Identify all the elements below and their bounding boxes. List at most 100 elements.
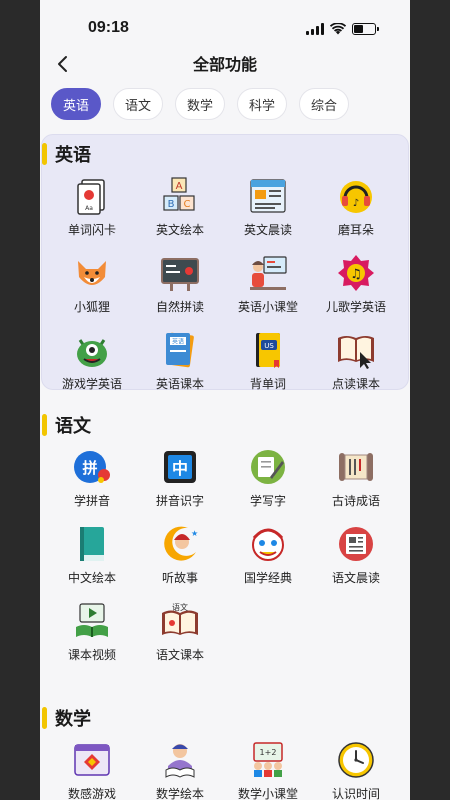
headphones-icon: ♪ — [340, 181, 372, 213]
svg-text:A: A — [176, 181, 183, 192]
feature-listen-stories[interactable]: ★ 听故事 — [136, 521, 224, 598]
feature-ear-training[interactable]: ♪ 磨耳朵 — [312, 173, 400, 250]
feature-grid: 拼 学拼音 中 拼音识字 学写字 古诗成语 中文绘本 ★ 听故事 国学经典 语文… — [42, 444, 408, 675]
svg-text:★: ★ — [191, 529, 198, 538]
feature-label: 数学小课堂 — [237, 787, 298, 800]
svg-text:♪: ♪ — [353, 198, 359, 209]
page-title: 全部功能 — [192, 55, 257, 74]
feature-label: 儿歌学英语 — [325, 300, 386, 314]
status-bar: 09:18 — [40, 0, 410, 44]
pinyin-icon: 拼 — [74, 451, 110, 483]
feature-pinyin-literacy[interactable]: 中 拼音识字 — [136, 444, 224, 521]
feature-math-picture-books[interactable]: 数学绘本 — [136, 737, 224, 800]
open-book-cursor-icon — [338, 336, 374, 369]
feature-textbook-videos[interactable]: 课本视频 — [48, 598, 136, 675]
svg-text:拼: 拼 — [82, 459, 97, 477]
feature-label: 中文绘本 — [67, 571, 116, 585]
nav-bar: 全部功能 — [40, 44, 410, 82]
chevron-left-icon — [58, 56, 67, 72]
feature-chinese-morning-reading[interactable]: 语文晨读 — [312, 521, 400, 598]
feature-learn-writing[interactable]: 学写字 — [224, 444, 312, 521]
feature-poems-idioms[interactable]: 古诗成语 — [312, 444, 400, 521]
feature-english-picture-books[interactable]: ABC 英文绘本 — [136, 173, 224, 250]
flashcard-icon: Aa — [77, 179, 105, 215]
feature-label: 英语课本 — [155, 377, 204, 391]
green-book-icon — [80, 527, 104, 561]
feature-label: 小狐狸 — [73, 300, 110, 314]
feature-label: 点读课本 — [331, 377, 380, 391]
feature-label: 数学绘本 — [155, 787, 204, 800]
feature-grid: Aa 单词闪卡 ABC 英文绘本 英文晨读 ♪ 磨耳朵 小狐狸 自然拼读 英语小… — [42, 173, 408, 404]
tab-english[interactable]: 英语 — [51, 88, 101, 120]
feature-learn-time[interactable]: 认识时间 — [312, 737, 400, 800]
feature-chinese-textbook[interactable]: 语文 语文课本 — [136, 598, 224, 675]
teacher-icon — [250, 256, 287, 290]
feature-math-mini-class[interactable]: 1+2 数学小课堂 — [224, 737, 312, 800]
feature-game-english[interactable]: 游戏学英语 — [48, 327, 136, 404]
feature-chinese-classics[interactable]: 国学经典 — [224, 521, 312, 598]
feature-english-morning-reading[interactable]: 英文晨读 — [224, 173, 312, 250]
yuwen-book-icon: 语文 — [162, 602, 198, 635]
back-button[interactable] — [50, 52, 74, 76]
feature-label: 学写字 — [249, 494, 286, 508]
feature-label: 认识时间 — [331, 787, 380, 800]
section-header: 语文 — [42, 406, 408, 444]
feature-english-textbook[interactable]: 英语 英语课本 — [136, 327, 224, 404]
feature-label: 听故事 — [161, 571, 198, 585]
svg-text:1+2: 1+2 — [260, 748, 277, 757]
signal-icon — [306, 23, 324, 35]
moon-story-icon: ★ — [164, 526, 198, 561]
section-title: 语文 — [55, 416, 91, 437]
feature-grid: 数感游戏 数学绘本 1+2 数学小课堂 认识时间 — [42, 737, 408, 800]
feature-phonics[interactable]: 自然拼读 — [136, 250, 224, 327]
tab-general[interactable]: 综合 — [299, 88, 349, 120]
feature-label: 磨耳朵 — [337, 223, 374, 237]
tab-math[interactable]: 数学 — [175, 88, 225, 120]
math-board-icon: 1+2 — [253, 742, 283, 777]
english-section: 英语 Aa 单词闪卡 ABC 英文绘本 英文晨读 ♪ 磨耳朵 小狐狸 自然拼读 … — [41, 134, 409, 391]
tab-science[interactable]: 科学 — [237, 88, 287, 120]
svg-text:C: C — [184, 199, 191, 210]
section-header: 数学 — [42, 699, 408, 737]
feature-label: 课本视频 — [67, 648, 116, 662]
video-book-icon — [76, 603, 108, 637]
svg-text:US: US — [264, 342, 274, 350]
feature-english-mini-class[interactable]: 英语小课堂 — [224, 250, 312, 327]
music-note-icon: ♫ — [338, 255, 374, 291]
clock-icon — [338, 742, 374, 778]
system-icons — [306, 23, 379, 35]
fox-icon — [78, 261, 106, 285]
reading-kid-icon — [165, 744, 195, 778]
tab-chinese[interactable]: 语文 — [113, 88, 163, 120]
feature-label: 语文课本 — [155, 648, 204, 662]
feature-little-fox[interactable]: 小狐狸 — [48, 250, 136, 327]
wifi-icon — [330, 23, 346, 35]
feature-nursery-rhymes[interactable]: ♫ 儿歌学英语 — [312, 250, 400, 327]
feature-label: 国学经典 — [243, 571, 292, 585]
math-game-icon — [74, 744, 110, 776]
status-time: 09:18 — [88, 19, 129, 36]
feature-point-read-textbook[interactable]: 点读课本 — [312, 327, 400, 404]
svg-text:语文: 语文 — [172, 602, 188, 612]
feature-label: 英语小课堂 — [237, 300, 298, 314]
scroll-icon — [339, 453, 373, 481]
feature-flashcards[interactable]: Aa 单词闪卡 — [48, 173, 136, 250]
feature-memorize-words[interactable]: US 背单词 — [224, 327, 312, 404]
feature-label: 背单词 — [249, 377, 286, 391]
feature-learn-pinyin[interactable]: 拼 学拼音 — [48, 444, 136, 521]
feature-label: 学拼音 — [73, 494, 110, 508]
section-title: 英语 — [55, 145, 91, 166]
feature-chinese-picture-books[interactable]: 中文绘本 — [48, 521, 136, 598]
feature-label: 古诗成语 — [331, 494, 380, 508]
feature-label: 英文绘本 — [155, 223, 204, 237]
feature-number-sense-games[interactable]: 数感游戏 — [48, 737, 136, 800]
feature-label: 单词闪卡 — [67, 223, 116, 237]
chinese-section: 语文 拼 学拼音 中 拼音识字 学写字 古诗成语 中文绘本 ★ 听故事 国学经典… — [42, 406, 408, 675]
subject-tabs: 英语 语文 数学 科学 综合 — [40, 82, 410, 124]
feature-label: 语文晨读 — [331, 571, 380, 585]
feature-label: 拼音识字 — [155, 494, 204, 508]
english-book-icon: 英语 — [166, 332, 194, 368]
pencil-writing-icon — [251, 450, 285, 484]
phone-screen: 09:18 全部功能 英语 语文 数学 科学 综合 英语 Aa 单词闪卡 A B… — [40, 0, 410, 800]
feature-label: 数感游戏 — [67, 787, 116, 800]
